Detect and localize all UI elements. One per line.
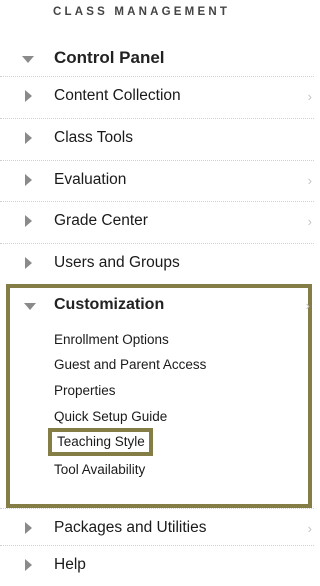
chevron-right-icon: › xyxy=(307,173,312,188)
link-quick-setup-guide[interactable]: Quick Setup Guide xyxy=(54,409,167,424)
nav-item-content-collection[interactable]: Content Collection › xyxy=(0,76,314,117)
expand-arrow-icon xyxy=(25,174,32,186)
control-panel-label: Control Panel xyxy=(54,48,165,67)
nav-item-help[interactable]: Help xyxy=(0,545,314,586)
nav-item-users-and-groups[interactable]: Users and Groups xyxy=(0,243,314,284)
nav-item-label: Packages and Utilities xyxy=(54,519,207,536)
collapse-arrow-icon[interactable] xyxy=(24,303,36,310)
section-title: CLASS MANAGEMENT xyxy=(53,6,231,18)
nav-item-label: Evaluation xyxy=(54,171,127,188)
expand-arrow-icon xyxy=(25,257,32,269)
chevron-right-icon: › xyxy=(307,214,312,229)
chevron-right-icon: › xyxy=(307,89,312,104)
expand-arrow-icon xyxy=(25,215,32,227)
expand-arrow-icon xyxy=(25,90,32,102)
link-tool-availability[interactable]: Tool Availability xyxy=(54,462,145,477)
nav-item-grade-center[interactable]: Grade Center › xyxy=(0,201,314,242)
customization-section: Customization › Enrollment Options Guest… xyxy=(6,284,312,508)
link-guest-and-parent-access[interactable]: Guest and Parent Access xyxy=(54,357,206,372)
link-properties[interactable]: Properties xyxy=(54,383,116,398)
control-panel-header[interactable]: Control Panel xyxy=(0,40,314,76)
nav-item-evaluation[interactable]: Evaluation › xyxy=(0,160,314,201)
nav-item-label: Help xyxy=(54,556,86,573)
link-teaching-style[interactable]: Teaching Style xyxy=(48,428,153,456)
nav-item-label: Users and Groups xyxy=(54,254,180,271)
chevron-right-icon: › xyxy=(305,298,310,313)
nav-item-label: Content Collection xyxy=(54,87,181,104)
expand-arrow-icon xyxy=(25,132,32,144)
collapse-arrow-icon[interactable] xyxy=(22,56,34,63)
link-enrollment-options[interactable]: Enrollment Options xyxy=(54,332,169,347)
expand-arrow-icon xyxy=(25,522,32,534)
nav-item-packages-and-utilities[interactable]: Packages and Utilities › xyxy=(0,508,314,549)
expand-arrow-icon xyxy=(25,559,32,571)
chevron-right-icon: › xyxy=(307,521,312,536)
nav-item-label: Class Tools xyxy=(54,129,133,146)
customization-label: Customization xyxy=(54,296,165,313)
nav-item-class-tools[interactable]: Class Tools xyxy=(0,118,314,159)
customization-header[interactable]: Customization › xyxy=(10,288,310,322)
nav-item-label: Grade Center xyxy=(54,212,148,229)
